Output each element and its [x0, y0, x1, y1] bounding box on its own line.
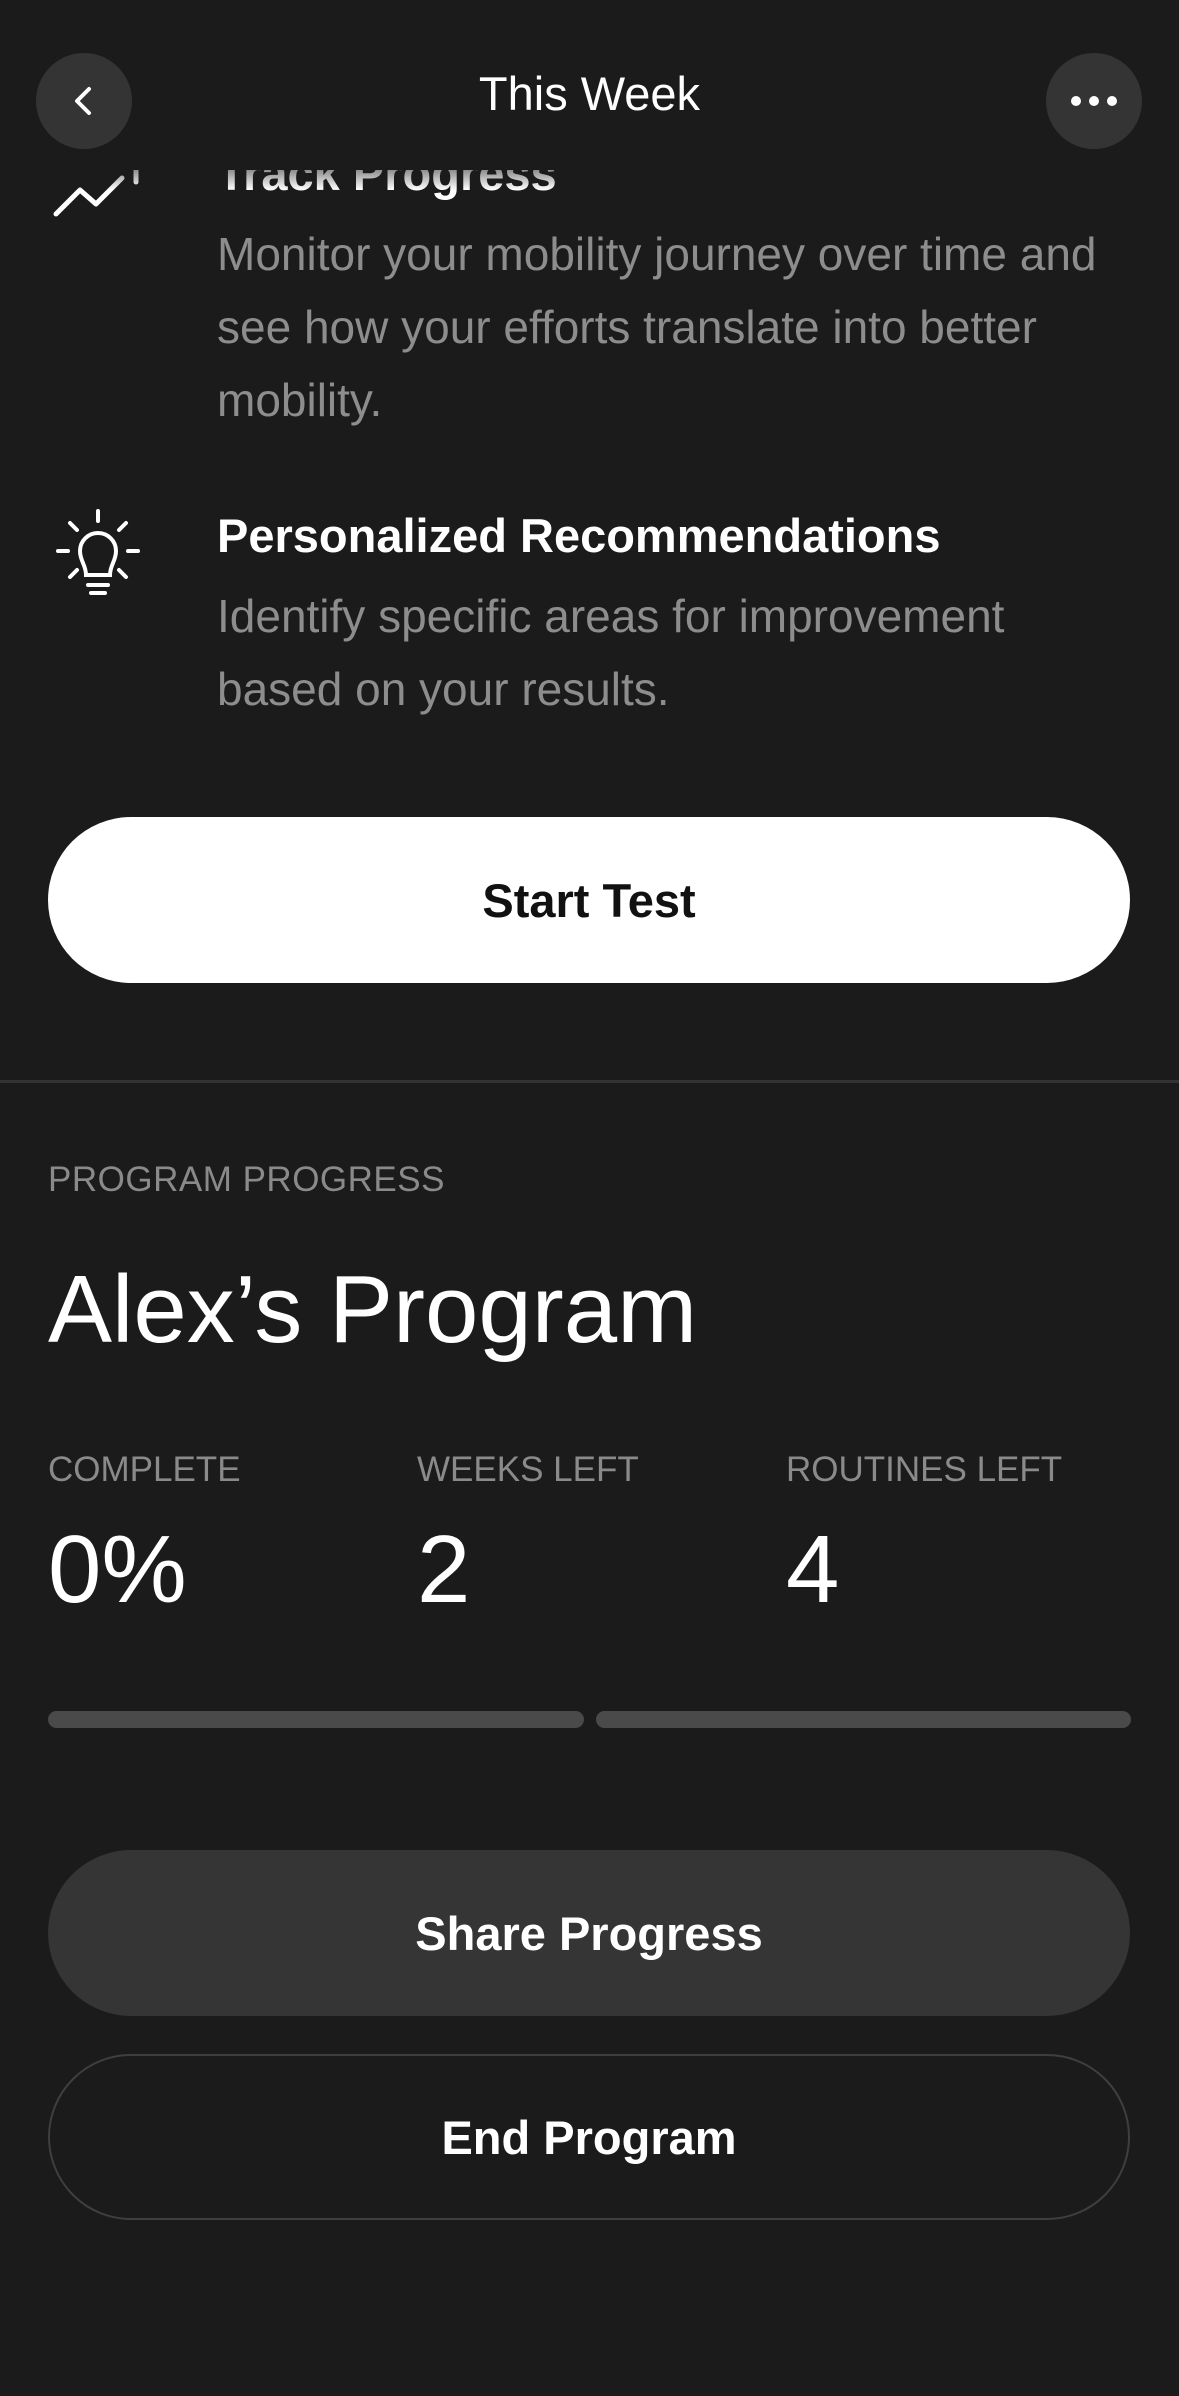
- progress-segment-week-1: [48, 1711, 584, 1728]
- share-progress-button[interactable]: Share Progress: [48, 1850, 1130, 2016]
- stat-value-routines-left: 4: [786, 1516, 840, 1623]
- header-fade: [0, 150, 1179, 190]
- page-title: This Week: [478, 67, 701, 120]
- stat-value-complete: 0%: [48, 1516, 187, 1623]
- program-screen: Track Progress Monitor your mobility jou…: [0, 0, 1179, 2396]
- stat-label-complete: COMPLETE: [48, 1450, 241, 1489]
- top-bar: This Week: [0, 0, 1179, 170]
- more-horizontal-icon: [1071, 96, 1117, 106]
- section-label: PROGRAM PROGRESS: [48, 1160, 445, 1199]
- feature-description: Monitor your mobility journey over time …: [217, 228, 1097, 426]
- lightbulb-icon: [56, 509, 140, 595]
- feature-description: Identify specific areas for improvement …: [217, 590, 1005, 715]
- progress-segment-week-2: [596, 1711, 1131, 1728]
- program-title: Alex’s Program: [48, 1256, 698, 1363]
- stat-label-weeks-left: WEEKS LEFT: [417, 1450, 639, 1489]
- start-test-button[interactable]: Start Test: [48, 817, 1130, 983]
- stat-label-routines-left: ROUTINES LEFT: [786, 1450, 1063, 1489]
- stat-value-weeks-left: 2: [417, 1516, 471, 1623]
- feature-title: Personalized Recommendations: [217, 509, 941, 562]
- end-program-button[interactable]: End Program: [48, 2054, 1130, 2220]
- more-options-button[interactable]: [1046, 53, 1142, 149]
- section-divider: [0, 1080, 1179, 1083]
